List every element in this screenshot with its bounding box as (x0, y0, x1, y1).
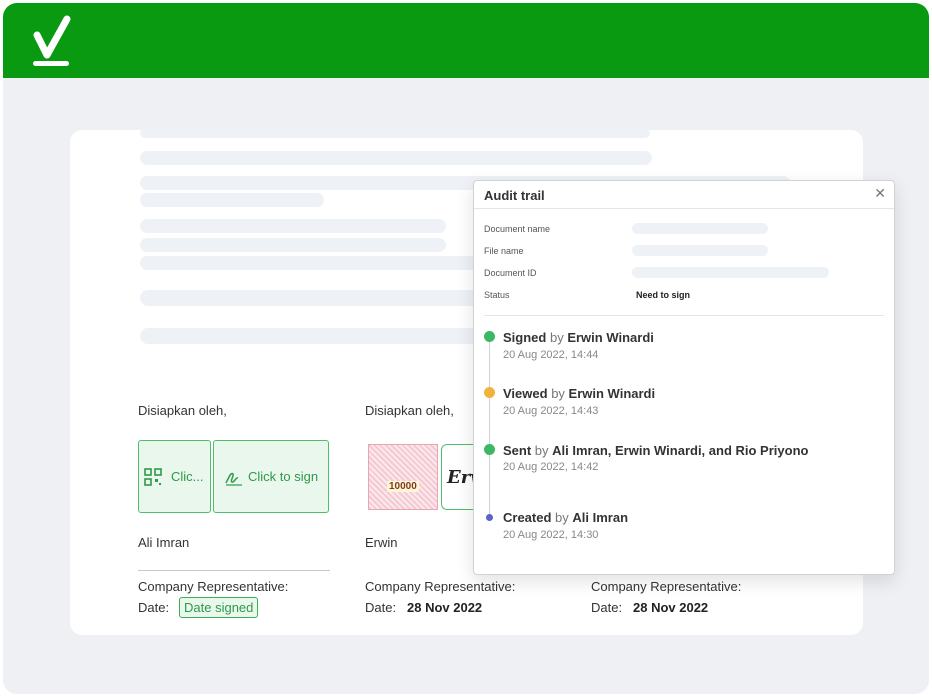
date-label: Date: (591, 600, 623, 615)
prepared-by-label: Disiapkan oleh, (365, 403, 454, 418)
blurred-text (140, 151, 652, 165)
event-timestamp: 20 Aug 2022, 14:43 (503, 405, 599, 417)
created-status-dot (486, 514, 493, 521)
click-to-sign-label: Click to sign (248, 469, 319, 484)
audit-trail-panel: Audit trail ✕ Document name File name Do… (473, 180, 895, 575)
click-to-sign-button[interactable]: Click to sign (213, 440, 329, 513)
timeline-line (489, 337, 490, 517)
panel-divider (474, 208, 894, 209)
blurred-text (140, 238, 446, 252)
signer-role: Company Representative: (365, 579, 516, 594)
field-value-redacted (632, 223, 768, 234)
event-timestamp: 20 Aug 2022, 14:30 (503, 529, 599, 541)
signer-name: Erwin (365, 535, 398, 550)
timeline-event: Created by Ali Imran (503, 510, 629, 525)
event-timestamp: 20 Aug 2022, 14:42 (503, 461, 599, 473)
field-value-redacted (632, 245, 768, 256)
blurred-text (140, 219, 446, 233)
signature-pen-icon (225, 472, 242, 486)
field-label: Status (484, 290, 510, 300)
close-icon[interactable]: ✕ (874, 185, 886, 202)
panel-title: Audit trail (484, 188, 545, 203)
timeline-event: Signed by Erwin Winardi (503, 330, 654, 345)
date-label: Date: (138, 600, 170, 615)
signed-status-dot (484, 331, 495, 342)
date-value: 28 Nov 2022 (633, 600, 709, 615)
status-value: Need to sign (636, 290, 691, 300)
signer-name: Ali Imran (138, 535, 190, 550)
top-bar (3, 3, 929, 78)
date-signed-badge: Date signed (179, 597, 259, 618)
field-label: Document ID (484, 268, 537, 278)
qr-code-icon (144, 467, 162, 486)
field-value-redacted (632, 267, 829, 278)
viewed-status-dot (484, 387, 495, 398)
prepared-by-label: Disiapkan oleh, (138, 403, 227, 418)
checkmark-logo-icon (33, 15, 71, 66)
blurred-text (140, 128, 650, 138)
stamp-value: 10000 (387, 481, 419, 492)
date-label: Date: (365, 600, 397, 615)
signature-divider (138, 570, 330, 571)
signer-role: Company Representative: (138, 579, 289, 594)
date-value: 28 Nov 2022 (407, 600, 483, 615)
field-label: File name (484, 246, 524, 256)
blurred-text (140, 193, 324, 207)
meterai-stamp: 10000 (368, 444, 438, 510)
sent-status-dot (484, 444, 495, 455)
event-timestamp: 20 Aug 2022, 14:44 (503, 349, 599, 361)
qr-sign-button[interactable]: Clic... (138, 440, 211, 513)
timeline-event: Sent by Ali Imran, Erwin Winardi, and Ri… (503, 443, 809, 458)
section-divider (484, 315, 884, 316)
timeline-event: Viewed by Erwin Winardi (503, 386, 656, 401)
qr-sign-label: Clic... (171, 469, 204, 484)
signer-role: Company Representative: (591, 579, 742, 594)
field-label: Document name (484, 224, 551, 234)
